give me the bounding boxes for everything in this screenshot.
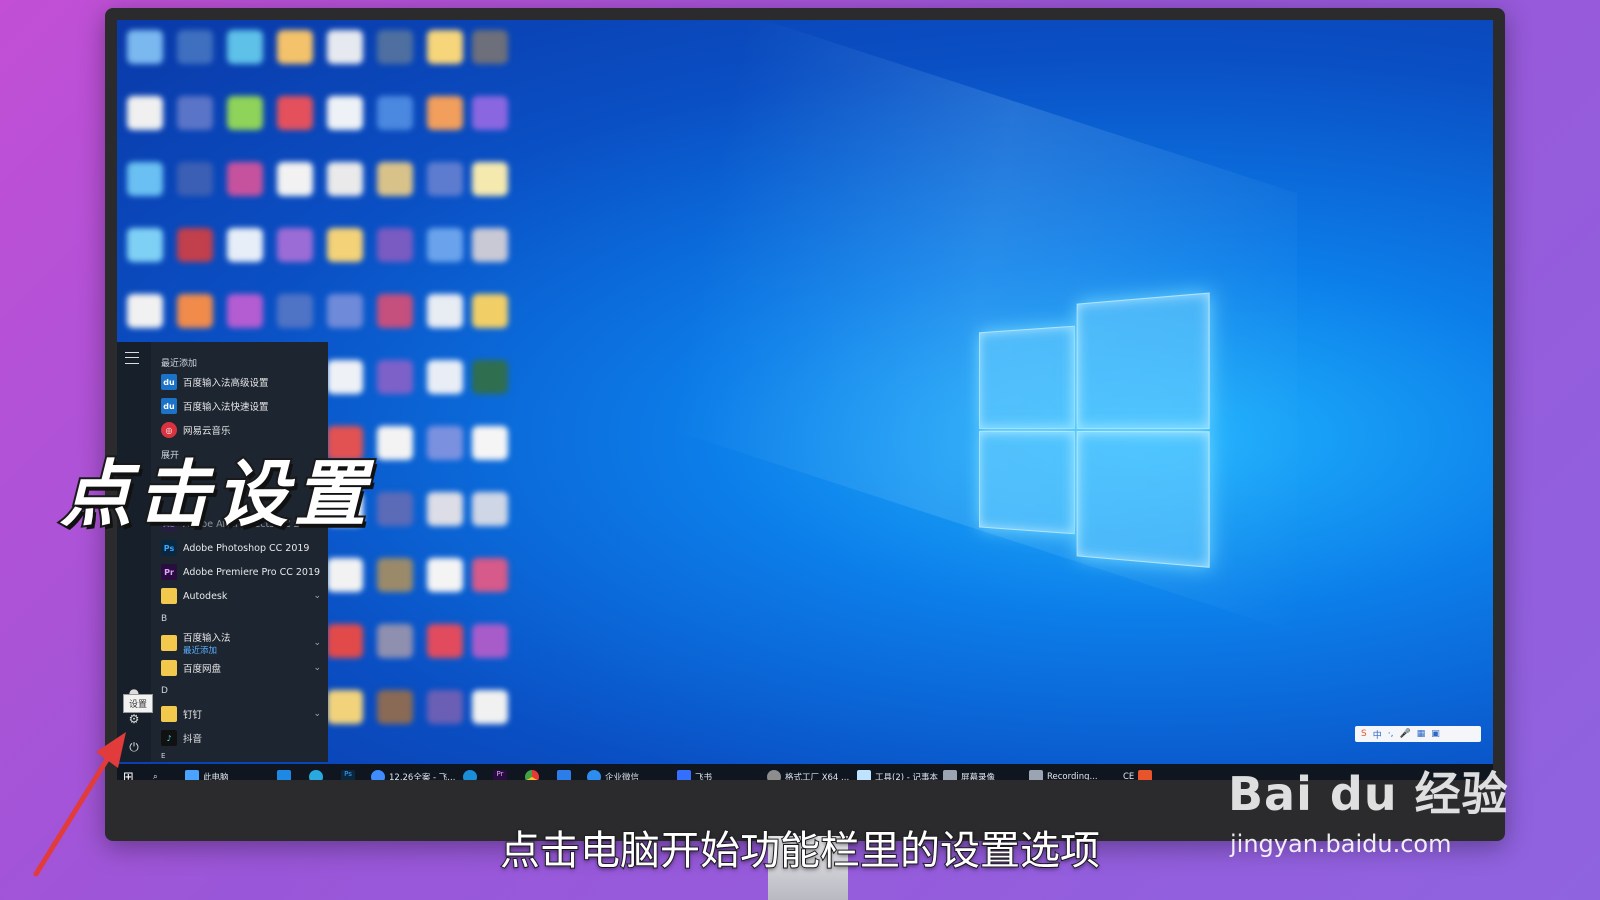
start-item-baidu-ime-quick[interactable]: du 百度输入法快速设置 [161,396,269,416]
start-item-label: 钉钉 [183,710,203,721]
baidu-du-icon: du [161,374,177,390]
chevron-down-icon: ⌄ [313,663,321,673]
group-header-e: E [161,752,166,760]
wecom-icon [587,770,601,780]
start-item-dingtalk[interactable]: 钉钉 ⌄ [161,704,321,724]
keyboard-icon: ▦ [1416,729,1426,739]
photoshop-icon: Ps [341,770,355,780]
taskbar-item-label: 企业微信 [605,773,640,780]
start-item-baidu-ime-folder[interactable]: 百度输入法 最近添加 ⌄ [161,630,321,656]
start-item-premiere[interactable]: Pr Adobe Premiere Pro CC 2019 [161,562,320,582]
start-item-baidu-netdisk[interactable]: 百度网盘 ⌄ [161,658,321,678]
taskbar-item-label: 飞书 [695,773,713,780]
chrome-icon [525,770,539,780]
taskbar-item-label: 工具(2) - 记事本 [875,773,939,780]
computer-icon [185,770,199,780]
taskbar-item-notepad[interactable]: 工具(2) - 记事本 [857,767,938,780]
recent-header: 最近添加 [161,359,198,369]
format-factory-icon [767,770,781,780]
chevron-down-icon: ⌄ [313,591,321,601]
start-item-label: 百度输入法高级设置 [183,378,269,389]
file-explorer-icon [277,770,291,780]
overlay-headline: 点击设置 [58,450,373,538]
desktop-screen: ● ⚙ ⏻ 最近添加 du 百度输入法高级设置 du 百度输入法快速设置 ◎ 网… [117,20,1493,780]
taskbar-item-chrome[interactable] [525,767,539,780]
start-item-label: Adobe Premiere Pro CC 2019 [183,566,321,578]
ime-tray-icon [1138,770,1153,780]
ime-logo-icon: S [1361,729,1367,739]
folder-icon [161,706,177,722]
hamburger-menu-icon[interactable] [125,352,139,364]
group-header-d: D [161,686,168,696]
taskbar-item-premiere[interactable]: Pr [493,767,507,780]
premiere-icon: Pr [493,770,507,780]
baidu-du-icon: du [161,398,177,414]
taskbar-item-browser[interactable] [309,767,323,780]
start-item-label-wrap: 百度输入法 最近添加 [183,630,231,656]
taskbar-item-edge[interactable] [463,767,477,780]
start-item-label: 百度网盘 [183,664,222,675]
taskbar-search-button[interactable]: ⌕ [153,767,158,780]
taskbar-item-label: 此电脑 [203,773,229,780]
taskbar-item-label: 12.26全案 - 飞... [389,773,456,780]
taskbar-item-feishu[interactable]: 飞书 [677,767,712,780]
windows-logo [978,292,1210,568]
folder-icon [161,588,177,604]
microphone-icon: 🎤 [1399,729,1411,739]
notepad-icon [857,770,871,780]
group-header-b: B [161,614,168,624]
recently-added-sublabel: 最近添加 [183,646,218,656]
taskbar-item-wecom[interactable]: 企业微信 [587,767,639,780]
ime-punctuation-icon: ·, [1387,729,1394,739]
app-icon [557,770,571,780]
start-item-label: Autodesk [183,590,228,602]
recording-icon [1029,770,1043,780]
ime-language-label: 中 [1372,730,1382,741]
chevron-down-icon: ⌄ [313,709,321,719]
browser-icon [309,770,323,780]
start-item-autodesk[interactable]: Autodesk ⌄ [161,586,321,606]
taskbar-item-screen-recorder[interactable]: 屏幕录像 [943,767,995,780]
search-icon: ⌕ [153,772,158,780]
taskbar-item-label: CE [1123,772,1135,780]
skin-icon: ▣ [1431,729,1440,739]
start-item-photoshop[interactable]: Ps Adobe Photoshop CC 2019 [161,538,309,558]
taskbar-item-recording[interactable]: Recording... [1029,767,1098,780]
start-item-label: Adobe Photoshop CC 2019 [183,542,310,554]
settings-tooltip: 设置 [123,694,154,713]
baidu-jingyan-watermark: Bai du 经验 [1228,767,1509,821]
ime-toolbar[interactable]: S 中 ·, 🎤 ▦ ▣ [1355,726,1481,742]
taskbar-item-this-pc[interactable]: 此电脑 [185,767,229,780]
taskbar-item-label: 格式工厂 X64 ... [785,773,850,780]
feishu-icon [677,770,691,780]
folder-icon [161,635,177,651]
start-item-douyin[interactable]: ♪ 抖音 [161,728,202,748]
taskbar-item-label: 屏幕录像 [961,773,996,780]
chevron-down-icon: ⌄ [313,638,321,648]
taskbar-item-format-factory[interactable]: 格式工厂 X64 ... [767,767,849,780]
premiere-icon: Pr [161,564,177,580]
taskbar-item-photoshop[interactable]: Ps [341,767,355,780]
folder-icon [161,660,177,676]
edge-icon [463,770,477,780]
screen-recorder-icon [943,770,957,780]
start-item-label: 百度输入法快速设置 [183,402,269,413]
start-item-baidu-ime-advanced[interactable]: du 百度输入法高级设置 [161,372,269,392]
taskbar-item-app[interactable] [557,767,571,780]
photoshop-icon: Ps [161,540,177,556]
subtitle-caption: 点击电脑开始功能栏里的设置选项 [499,827,1101,875]
feishu-icon [371,770,385,780]
taskbar-item-feishu-doc[interactable]: 12.26全案 - 飞... [371,767,455,780]
start-item-label: 抖音 [183,734,203,745]
taskbar-item-label: Recording... [1047,772,1098,780]
douyin-icon: ♪ [161,730,177,746]
taskbar-item-ce[interactable]: CE [1123,767,1153,780]
start-item-label: 百度输入法 [183,633,231,644]
taskbar-item-explorer[interactable] [277,767,291,780]
monitor-frame: ● ⚙ ⏻ 最近添加 du 百度输入法高级设置 du 百度输入法快速设置 ◎ 网… [105,8,1505,841]
